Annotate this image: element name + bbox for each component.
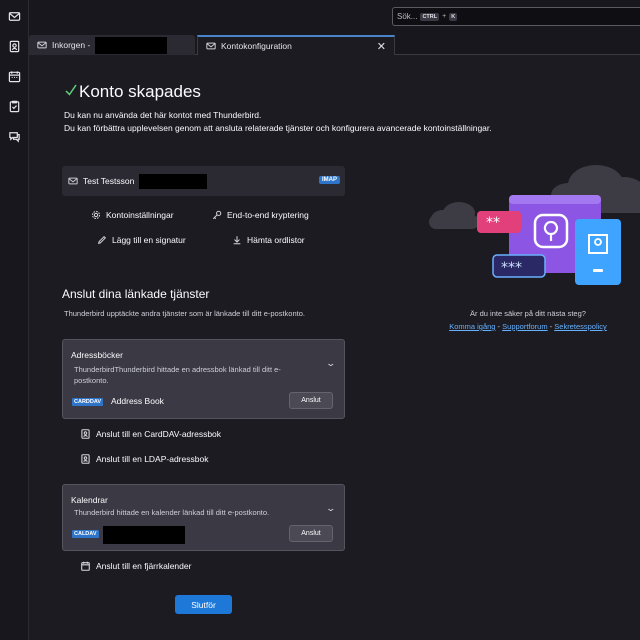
address-books-title: Adressböcker bbox=[71, 350, 123, 360]
carddav-badge: CARDDAV bbox=[72, 398, 104, 406]
redacted-calendar-name bbox=[103, 526, 185, 544]
calendar-icon bbox=[81, 561, 90, 571]
get-dictionaries-label: Hämta ordlistor bbox=[247, 235, 305, 245]
calendar-icon bbox=[8, 71, 21, 83]
account-mail-icon bbox=[68, 177, 78, 185]
download-icon bbox=[233, 236, 241, 245]
key-icon bbox=[212, 210, 222, 220]
tasks-space-button[interactable] bbox=[7, 99, 22, 114]
tab-bar: Inkorgen - Kontokonfiguration ✕ bbox=[29, 33, 640, 55]
calendars-card[interactable]: Kalendrar ⌄ Thunderbird hittade en kalen… bbox=[62, 484, 345, 551]
redacted-email bbox=[139, 173, 208, 189]
address-book-icon bbox=[9, 40, 20, 53]
address-book-space-button[interactable] bbox=[7, 39, 22, 54]
protocol-badge: IMAP bbox=[319, 176, 340, 184]
spaces-toolbar bbox=[0, 0, 29, 640]
getting-started-link[interactable]: Komma igång bbox=[449, 322, 495, 331]
mail-icon bbox=[8, 12, 21, 21]
address-books-description: ThunderbirdThunderbird hittade en adress… bbox=[74, 365, 281, 374]
close-icon[interactable]: ✕ bbox=[377, 40, 386, 53]
privacy-policy-link[interactable]: Sekretesspolicy bbox=[554, 322, 607, 331]
improve-message: Du kan förbättra upplevelsen genom att a… bbox=[64, 123, 492, 133]
redacted-email bbox=[95, 36, 168, 54]
chevron-down-icon[interactable]: ⌄ bbox=[326, 358, 337, 369]
connect-remote-calendar-label: Anslut till en fjärrkalender bbox=[96, 561, 192, 571]
address-book-icon bbox=[81, 454, 90, 464]
support-forum-link[interactable]: Supportforum bbox=[502, 322, 547, 331]
pencil-icon bbox=[97, 235, 107, 245]
calendars-description: Thunderbird hittade en kalender länkad t… bbox=[74, 508, 270, 517]
e2e-encryption-label: End-to-end kryptering bbox=[227, 210, 309, 220]
add-signature-link[interactable]: Lägg till en signatur bbox=[97, 235, 186, 245]
page-title: Konto skapades bbox=[79, 82, 201, 101]
shortcut-plus: + bbox=[442, 13, 447, 20]
address-books-description-2: postkonto. bbox=[74, 376, 109, 385]
address-book-icon bbox=[81, 429, 90, 439]
svg-text:***: *** bbox=[501, 260, 522, 276]
address-book-name: Address Book bbox=[111, 396, 164, 406]
account-summary: Test Testsson IMAP bbox=[62, 166, 345, 196]
address-books-card[interactable]: Adressböcker ⌄ ThunderbirdThunderbird hi… bbox=[62, 339, 345, 419]
connect-carddav-link[interactable]: Anslut till en CardDAV-adressbok bbox=[81, 429, 221, 439]
chat-icon bbox=[9, 132, 20, 143]
account-settings-link[interactable]: Kontoinställningar bbox=[91, 210, 174, 220]
help-question: Är du inte säker på ditt nästa steg? bbox=[470, 309, 586, 318]
connect-carddav-label: Anslut till en CardDAV-adressbok bbox=[96, 429, 222, 439]
connect-remote-calendar-link[interactable]: Anslut till en fjärrkalender bbox=[81, 561, 191, 571]
account-name: Test Testsson bbox=[83, 176, 135, 186]
mail-icon bbox=[37, 41, 47, 49]
calendar-space-button[interactable] bbox=[7, 69, 22, 84]
chat-space-button[interactable] bbox=[7, 129, 22, 144]
tab-account-setup-label: Kontokonfiguration bbox=[221, 41, 292, 51]
connect-address-book-button[interactable]: Anslut bbox=[289, 392, 333, 409]
connect-calendar-button[interactable]: Anslut bbox=[289, 525, 333, 542]
shortcut-ctrl-key: CTRL bbox=[420, 12, 440, 21]
linked-services-heading: Anslut dina länkade tjänster bbox=[62, 287, 210, 301]
svg-text:**: ** bbox=[486, 215, 500, 231]
linked-services-description: Thunderbird upptäckte andra tjänster som… bbox=[64, 309, 305, 318]
get-dictionaries-link[interactable]: Hämta ordlistor bbox=[232, 235, 305, 245]
tab-inbox[interactable]: Inkorgen - bbox=[29, 35, 195, 55]
mail-space-button[interactable] bbox=[7, 9, 22, 24]
tab-inbox-label: Inkorgen - bbox=[52, 40, 91, 50]
calendars-title: Kalendrar bbox=[71, 495, 108, 505]
chevron-down-icon[interactable]: ⌄ bbox=[326, 503, 337, 514]
account-hub-content: Konto skapades Du kan nu använda det här… bbox=[29, 55, 640, 640]
caldav-badge: CALDAV bbox=[72, 530, 99, 538]
tab-account-setup[interactable]: Kontokonfiguration ✕ bbox=[197, 35, 395, 55]
add-signature-label: Lägg till en signatur bbox=[112, 235, 186, 245]
mail-settings-icon bbox=[206, 42, 216, 50]
e2e-encryption-link[interactable]: End-to-end kryptering bbox=[212, 210, 309, 220]
success-message: Du kan nu använda det här kontot med Thu… bbox=[64, 110, 262, 120]
gear-icon bbox=[92, 211, 100, 219]
help-links: Komma igång - Supportforum - Sekretesspo… bbox=[383, 322, 640, 331]
connect-ldap-link[interactable]: Anslut till en LDAP-adressbok bbox=[81, 454, 208, 464]
finish-button[interactable]: Slutför bbox=[175, 595, 232, 614]
checkmark-icon bbox=[65, 83, 77, 97]
global-search-input[interactable]: Sök... CTRL + K bbox=[392, 7, 640, 26]
tasks-icon bbox=[9, 100, 20, 113]
connect-ldap-label: Anslut till en LDAP-adressbok bbox=[96, 454, 209, 464]
account-security-illustration: ** *** bbox=[429, 165, 640, 285]
account-settings-label: Kontoinställningar bbox=[106, 210, 174, 220]
search-placeholder: Sök... bbox=[397, 12, 418, 21]
shortcut-k-key: K bbox=[449, 12, 458, 21]
